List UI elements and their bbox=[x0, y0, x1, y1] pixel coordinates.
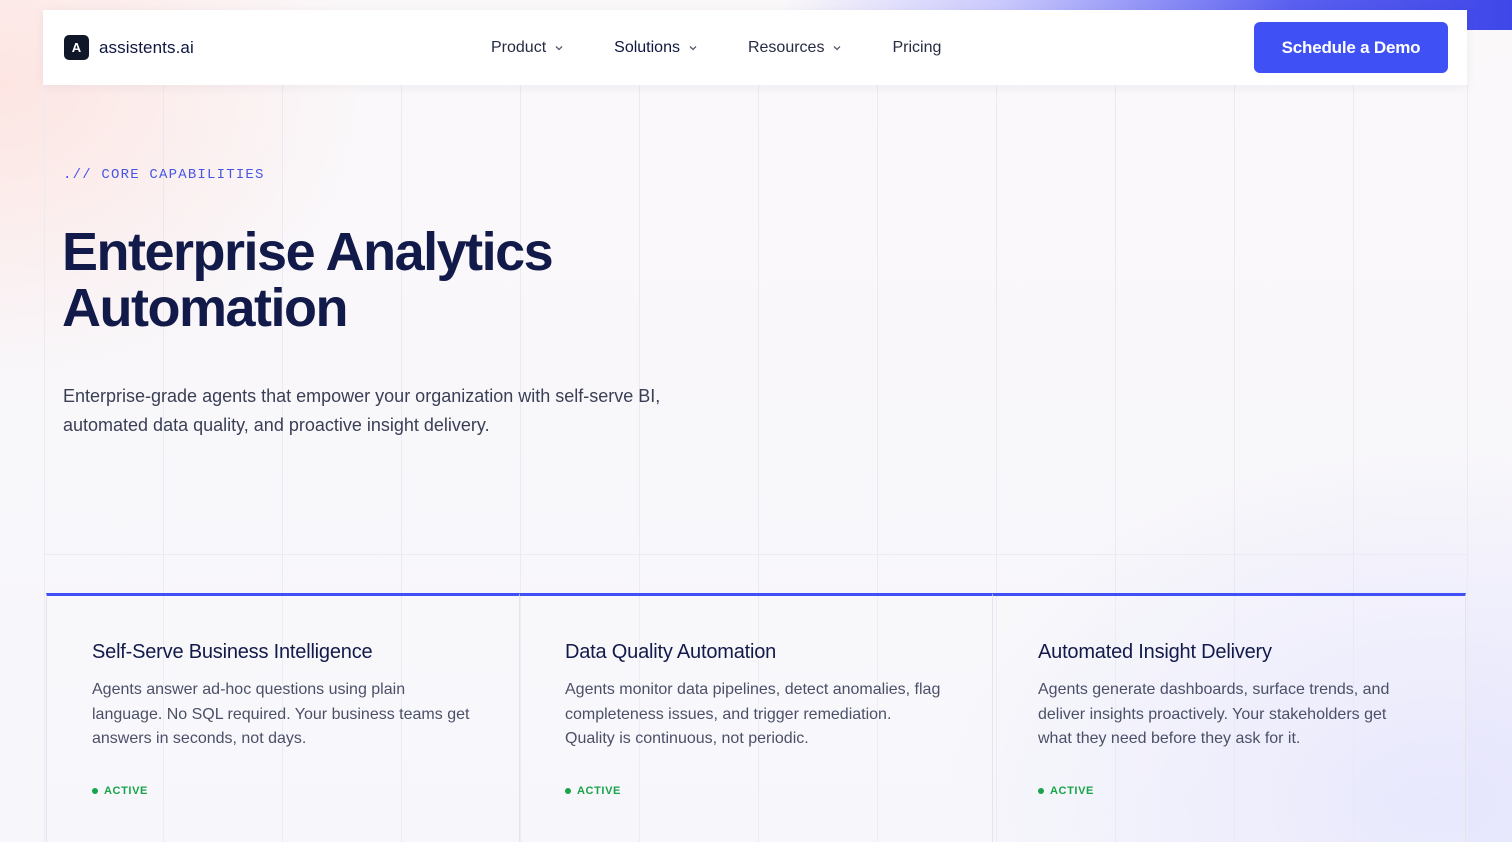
status-dot-icon bbox=[1038, 788, 1044, 794]
card-description: Agents answer ad-hoc questions using pla… bbox=[92, 681, 470, 747]
capability-card: Data Quality Automation Agents monitor d… bbox=[520, 593, 993, 842]
capability-card: Automated Insight Delivery Agents genera… bbox=[993, 593, 1466, 842]
status-badge: ACTIVE bbox=[92, 785, 148, 797]
card-description: Agents monitor data pipelines, detect an… bbox=[565, 681, 941, 747]
brand-mark-icon: A bbox=[64, 35, 89, 60]
card-title: Automated Insight Delivery bbox=[1038, 641, 1272, 663]
nav-item-pricing[interactable]: Pricing bbox=[892, 39, 941, 57]
section-eyebrow: .// CORE CAPABILITIES bbox=[63, 167, 265, 183]
status-label: ACTIVE bbox=[104, 785, 148, 797]
nav-item-label: Solutions bbox=[614, 38, 680, 56]
title-line-1: Enterprise Analytics bbox=[62, 222, 554, 282]
brand-name: assistents.ai bbox=[99, 37, 194, 57]
capability-card: Self-Serve Business Intelligence Agents … bbox=[46, 593, 520, 842]
nav-item-solutions[interactable]: Solutions bbox=[614, 39, 698, 57]
status-dot-icon bbox=[565, 788, 571, 794]
nav-item-resources[interactable]: Resources bbox=[748, 39, 842, 57]
hero-subtitle: Enterprise-grade agents that empower you… bbox=[63, 386, 661, 435]
chevron-down-icon bbox=[833, 45, 841, 50]
chevron-down-icon bbox=[555, 45, 563, 50]
nav-item-label: Pricing bbox=[892, 38, 942, 56]
top-navbar: A assistents.ai Product Solutions Resour… bbox=[43, 10, 1467, 85]
chevron-down-icon bbox=[689, 45, 697, 50]
card-title: Data Quality Automation bbox=[565, 641, 777, 663]
status-dot-icon bbox=[92, 788, 98, 794]
card-title: Self-Serve Business Intelligence bbox=[92, 641, 373, 663]
status-label: ACTIVE bbox=[577, 785, 621, 797]
nav-item-label: Product bbox=[491, 38, 547, 56]
page-title: Enterprise Analytics Automation bbox=[62, 224, 762, 336]
status-label: ACTIVE bbox=[1050, 785, 1094, 797]
status-badge: ACTIVE bbox=[565, 785, 621, 797]
status-badge: ACTIVE bbox=[1038, 785, 1094, 797]
nav-item-label: Resources bbox=[747, 38, 825, 56]
capability-cards: Self-Serve Business Intelligence Agents … bbox=[46, 593, 1466, 842]
card-description: Agents generate dashboards, surface tren… bbox=[1038, 681, 1390, 747]
title-line-2: Automation bbox=[62, 278, 348, 338]
nav-item-product[interactable]: Product bbox=[491, 39, 564, 57]
schedule-demo-button[interactable]: Schedule a Demo bbox=[1254, 22, 1448, 73]
brand-logo-link[interactable]: A assistents.ai bbox=[64, 35, 194, 60]
hero-divider bbox=[44, 554, 1468, 555]
main-nav: Product Solutions Resources Pricing bbox=[491, 10, 991, 85]
